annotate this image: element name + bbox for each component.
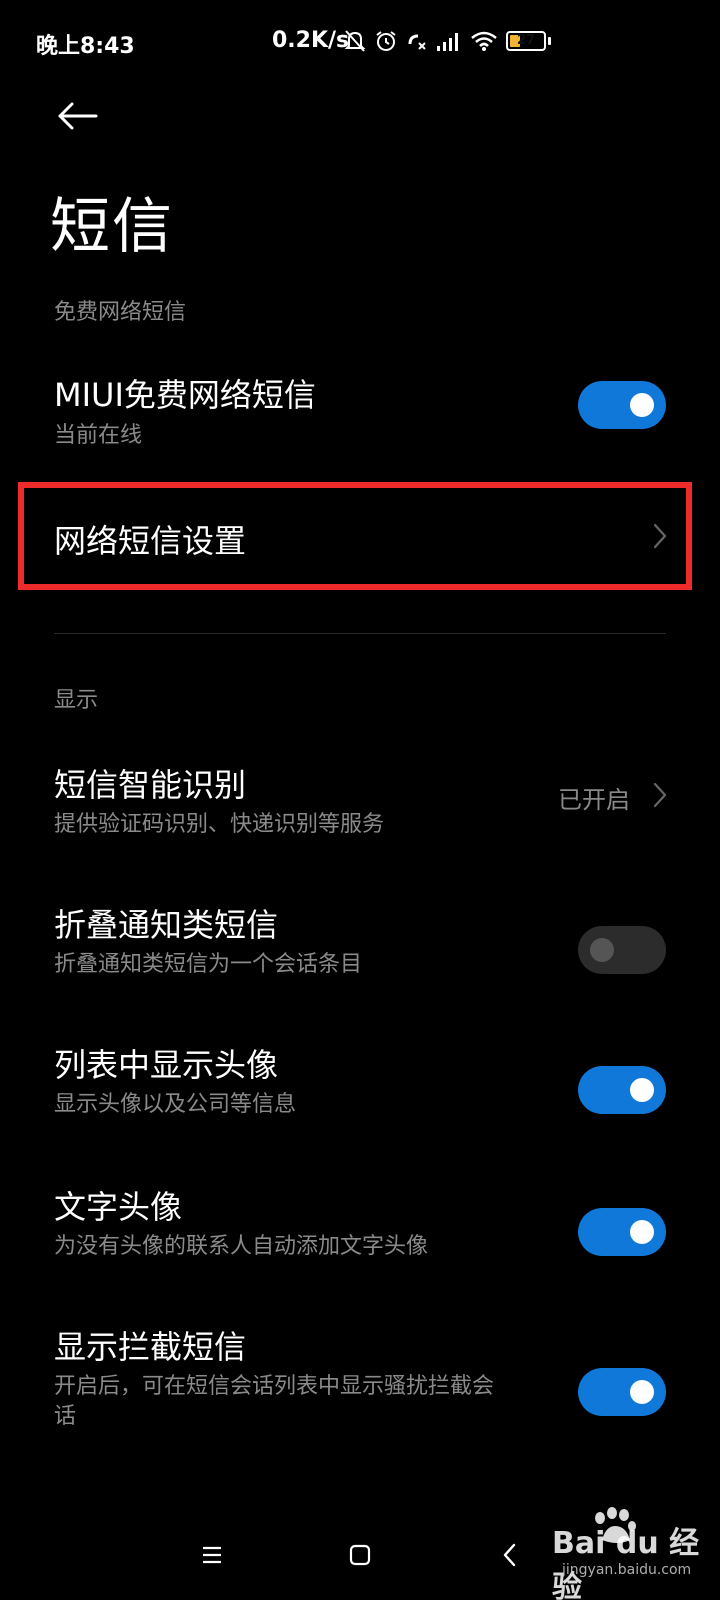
setting-subtitle-line1: 开启后，可在短信会话列表中显示骚扰拦截会	[54, 1374, 495, 1399]
toggle-knob	[630, 393, 654, 417]
setting-row-text-avatar[interactable]: 文字头像 为没有头像的联系人自动添加文字头像	[0, 1182, 720, 1282]
setting-title: 短信智能识别	[54, 766, 247, 804]
setting-title: MIUI免费网络短信	[54, 376, 316, 414]
wifi-icon	[470, 30, 498, 52]
setting-row-smart-recognition[interactable]: 短信智能识别 提供验证码识别、快递识别等服务 已开启	[0, 760, 720, 860]
page-title: 短信	[50, 192, 174, 262]
status-time: 晚上8:43	[36, 34, 135, 59]
toggle-knob	[630, 1078, 654, 1102]
setting-title: 网络短信设置	[54, 522, 247, 560]
setting-subtitle: 折叠通知类短信为一个会话条目	[54, 952, 363, 977]
back-button[interactable]	[50, 92, 106, 140]
setting-title: 折叠通知类短信	[54, 906, 279, 944]
text-avatar-toggle[interactable]	[578, 1208, 666, 1256]
setting-subtitle: 当前在线	[54, 423, 143, 448]
battery-level: 27	[516, 33, 536, 48]
menu-button[interactable]	[192, 1535, 232, 1575]
show-avatar-toggle[interactable]	[578, 1066, 666, 1114]
setting-row-sms-settings[interactable]: 网络短信设置	[24, 488, 686, 584]
chevron-right-icon	[653, 523, 667, 549]
alarm-icon	[374, 29, 398, 53]
watermark-logo: Bai du 经验	[552, 1526, 700, 1600]
battery-icon: 27	[506, 31, 546, 51]
setting-subtitle: 为没有头像的联系人自动添加文字头像	[54, 1234, 429, 1259]
setting-subtitle: 提供验证码识别、快递识别等服务	[54, 812, 385, 837]
status-icons: 27	[344, 26, 551, 56]
setting-row-miui-sms[interactable]: MIUI免费网络短信 当前在线	[0, 360, 720, 460]
toggle-knob	[630, 1220, 654, 1244]
section-header-display: 显示	[54, 688, 99, 713]
setting-row-fold-notifications[interactable]: 折叠通知类短信 折叠通知类短信为一个会话条目	[0, 900, 720, 1000]
watermark: Bai du 经验 jingyan.baidu.com	[552, 1500, 712, 1600]
setting-subtitle-line2: 话	[54, 1404, 77, 1429]
setting-title: 显示拦截短信	[54, 1328, 247, 1366]
divider	[54, 633, 666, 634]
miui-sms-toggle[interactable]	[578, 381, 666, 429]
watermark-url: jingyan.baidu.com	[562, 1562, 692, 1578]
toggle-knob	[630, 1380, 654, 1404]
network-speed: 0.2K/s	[272, 28, 350, 53]
setting-subtitle: 显示头像以及公司等信息	[54, 1092, 297, 1117]
home-icon	[349, 1544, 371, 1566]
battery-cap	[548, 37, 551, 45]
setting-value: 已开启	[558, 786, 630, 814]
section-header-free-sms: 免费网络短信	[54, 300, 187, 325]
chevron-right-icon	[653, 782, 667, 808]
arrow-left-icon	[58, 102, 98, 130]
signal-icon	[436, 30, 462, 52]
status-bar: 晚上8:43 0.2K/s 27	[0, 0, 720, 88]
setting-title: 文字头像	[54, 1188, 183, 1226]
menu-icon	[203, 1546, 221, 1564]
setting-title: 列表中显示头像	[54, 1046, 279, 1084]
mute-bell-icon	[344, 29, 366, 53]
show-blocked-toggle[interactable]	[578, 1368, 666, 1416]
call-icon	[406, 30, 428, 52]
setting-row-show-avatar[interactable]: 列表中显示头像 显示头像以及公司等信息	[0, 1040, 720, 1140]
fold-notifications-toggle[interactable]	[578, 926, 666, 974]
toggle-knob	[590, 938, 614, 962]
home-button[interactable]	[340, 1535, 380, 1575]
back-icon	[503, 1543, 516, 1567]
setting-row-show-blocked[interactable]: 显示拦截短信 开启后，可在短信会话列表中显示骚扰拦截会 话	[0, 1322, 720, 1452]
nav-back-button[interactable]	[490, 1535, 530, 1575]
